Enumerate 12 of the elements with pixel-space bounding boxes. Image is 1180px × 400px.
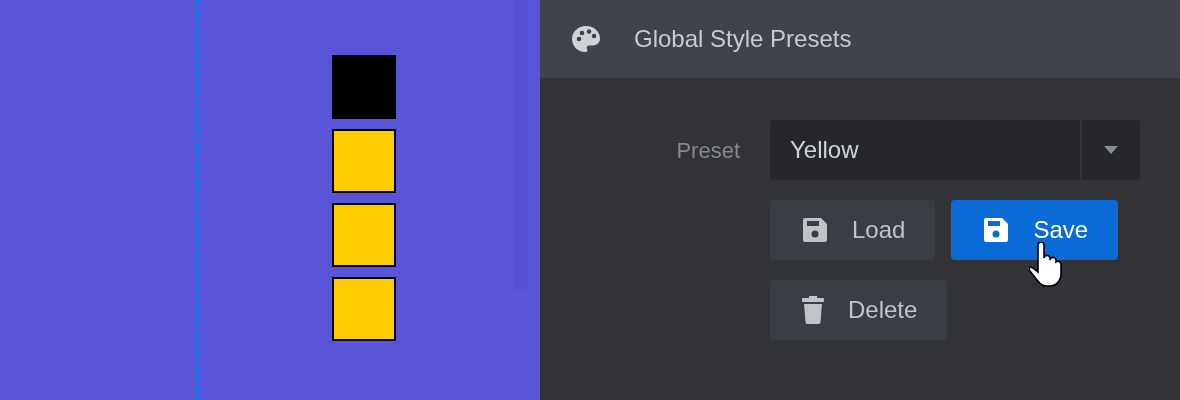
panel-title: Global Style Presets xyxy=(634,24,852,54)
color-swatch[interactable] xyxy=(332,129,396,193)
trash-icon xyxy=(802,296,824,324)
palette-icon xyxy=(571,25,601,53)
color-swatch[interactable] xyxy=(332,277,396,341)
color-swatch[interactable] xyxy=(332,203,396,267)
preset-dropdown[interactable]: Yellow xyxy=(770,120,1140,180)
color-swatch[interactable] xyxy=(332,55,396,119)
preset-button[interactable]: Delete xyxy=(770,280,948,340)
preset-button[interactable]: Load xyxy=(770,200,936,260)
caret-icon xyxy=(1104,146,1118,154)
preset-label: Preset xyxy=(675,136,740,165)
